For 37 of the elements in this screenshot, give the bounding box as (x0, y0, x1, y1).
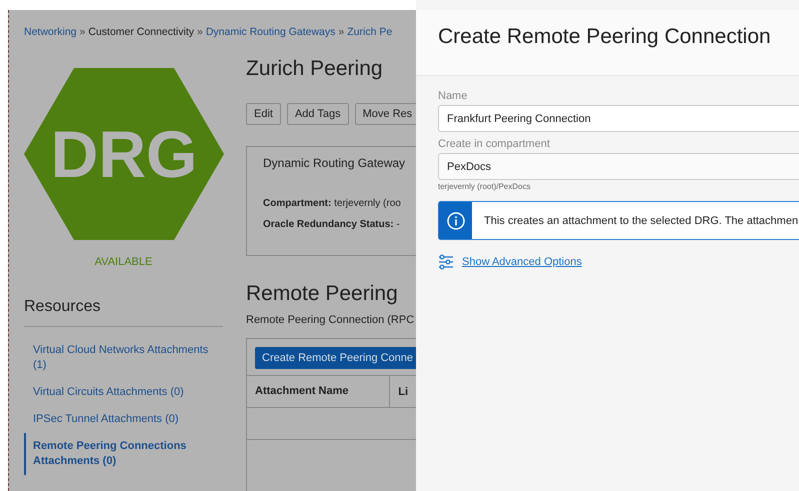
field-label: Name (438, 90, 468, 102)
breadcrumb-separator: » (338, 26, 344, 38)
section-title: Remote Peering (246, 282, 399, 306)
notice-text: This creates an attachment to the selected DRG. The attachmen (483, 214, 798, 226)
panel-title: Create Remote Peering Connection (438, 24, 772, 49)
breadcrumb-separator: » (197, 26, 203, 38)
breadcrumb-link[interactable]: Zurich Pe (347, 26, 392, 38)
status-label: AVAILABLE (94, 256, 154, 268)
sidebar-link[interactable]: Remote Peering Connections Attachments (0) (24, 433, 223, 475)
logo-text: DRG (50, 116, 198, 193)
sidebar-link[interactable]: Virtual Cloud Networks Attachments (1) (24, 337, 223, 379)
section-description: Remote Peering Connection (RPC (246, 314, 416, 326)
info-field: Compartment: terjevernly (roo (263, 197, 401, 210)
action-button[interactable]: Add Tags (286, 103, 349, 125)
sidebar-link[interactable]: IPSec Tunnel Attachments (0) (24, 406, 223, 433)
compartment-select[interactable]: PexDocs (438, 153, 799, 180)
breadcrumb-item[interactable]: Customer Connectivity (88, 26, 194, 38)
column-header: Li (397, 386, 409, 398)
create-button[interactable]: Create Remote Peering Conne (255, 347, 416, 369)
card-heading: Dynamic Routing Gateway (263, 156, 406, 171)
breadcrumb-link[interactable]: Dynamic Routing Gateways (206, 26, 336, 38)
advanced-options-link[interactable]: Show Advanced Options (462, 256, 582, 268)
info-field: Oracle Redundancy Status: - (263, 218, 400, 231)
sidebar-link[interactable]: Virtual Circuits Attachments (0) (24, 379, 223, 406)
info-icon (446, 212, 464, 230)
compartment-path: terjevernly (root)/PexDocs (438, 182, 530, 191)
name-input[interactable]: Frankfurt Peering Connection (438, 105, 799, 132)
field-label: Create in compartment (438, 138, 550, 150)
sliders-icon (438, 254, 454, 270)
column-header: Attachment Name (247, 376, 390, 407)
action-button[interactable]: Edit (246, 103, 281, 125)
breadcrumb-link[interactable]: Networking (24, 26, 77, 38)
hexagon-logo-icon (24, 68, 224, 240)
resources-heading: Resources (24, 298, 223, 327)
action-button[interactable]: Move Res (354, 103, 416, 125)
breadcrumb-separator: » (80, 26, 86, 38)
page-title: Zurich Peering (246, 57, 384, 81)
